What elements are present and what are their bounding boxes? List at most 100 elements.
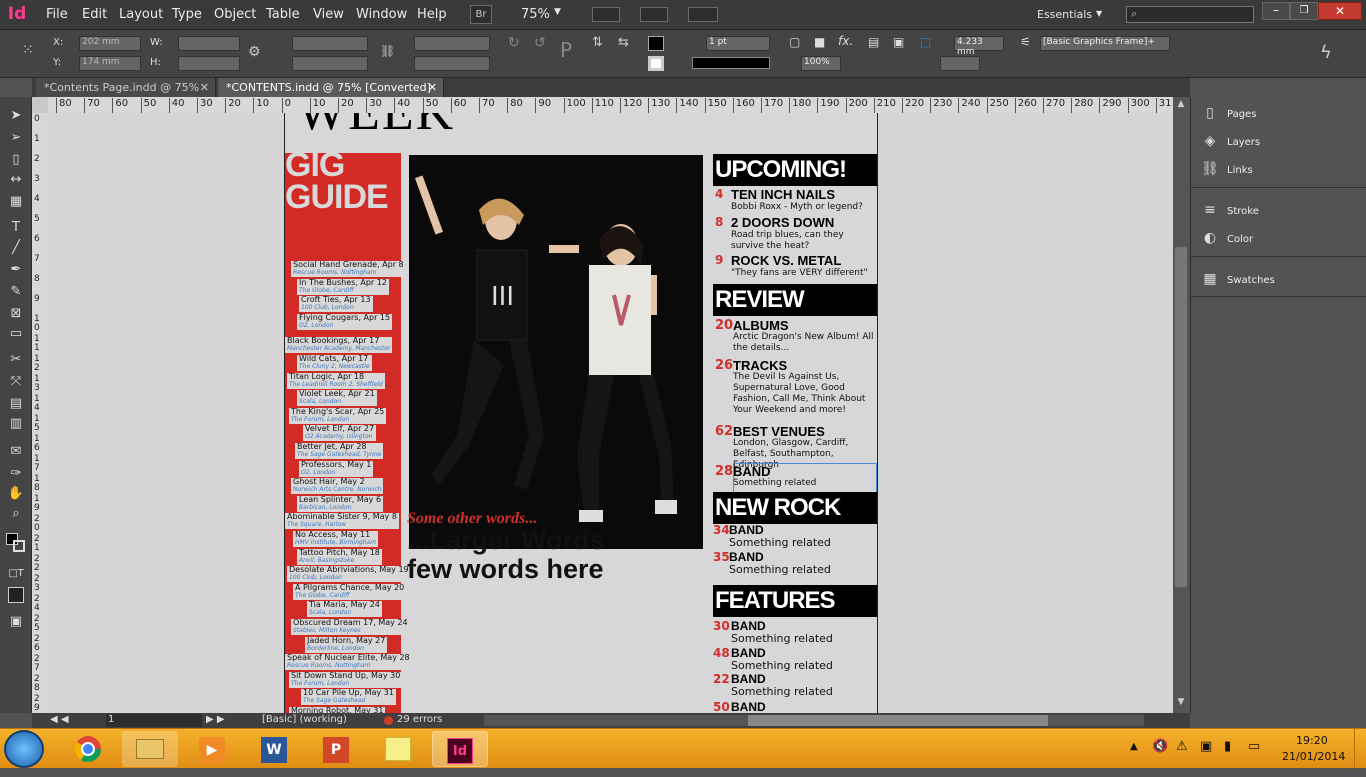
scale-y-field[interactable]	[292, 56, 368, 71]
gradient-tool-icon[interactable]: ▤	[7, 397, 25, 411]
document-page[interactable]: WEEK GIG GUIDE Social Hand Grenade, Apr …	[284, 113, 878, 713]
zoom-level[interactable]: 75%	[521, 7, 550, 22]
pencil-tool-icon[interactable]: ✎	[7, 285, 25, 299]
caption-large-2[interactable]: few words here	[407, 555, 604, 584]
panel-links[interactable]: ⛓ Links	[1201, 159, 1253, 179]
restore-button[interactable]: ❐	[1290, 2, 1318, 20]
review-heading[interactable]: REVIEW	[713, 284, 877, 316]
gig-listing[interactable]: Jaded Horn, May 27 Borderline, London	[305, 636, 388, 653]
screen-mode-button[interactable]	[640, 7, 668, 22]
gig-listing[interactable]: Speak of Nuclear Elite, May 28 Rescue Roo…	[285, 654, 412, 671]
y-position-field[interactable]: 174 mm	[79, 56, 141, 71]
menu-object[interactable]: Object	[214, 7, 256, 22]
vertical-scroll-thumb[interactable]	[1175, 247, 1187, 587]
tab-contents-converted[interactable]: *CONTENTS.indd @ 75% [Converted] ✕	[218, 78, 444, 97]
preflight-profile[interactable]: [Basic] (working)	[262, 714, 347, 725]
panel-pages[interactable]: ▯ Pages	[1201, 103, 1256, 123]
gig-listing[interactable]: Wild Cats, Apr 17 The Cluny 2, Newcastle	[297, 355, 372, 371]
menu-table[interactable]: Table	[266, 7, 300, 22]
panel-layers[interactable]: ◈ Layers	[1201, 131, 1260, 151]
rotation-field[interactable]	[414, 36, 490, 51]
gradient-feather-tool-icon[interactable]: ▥	[7, 417, 25, 431]
free-transform-tool-icon[interactable]: ⤧	[7, 375, 25, 389]
gig-listing[interactable]: 10 Car Pile Up, May 31 The Sage Gateshead	[301, 689, 396, 706]
stroke-color-icon[interactable]	[13, 540, 25, 552]
type-tool-icon[interactable]: T	[7, 221, 25, 235]
zoom-dropdown-icon[interactable]: ▼	[554, 7, 561, 17]
corner-shape-select[interactable]	[940, 56, 980, 71]
gig-listing[interactable]: Professors, May 1 O2, London	[299, 460, 374, 477]
gig-listing[interactable]: Tia Maria, May 24 Scala, London	[307, 601, 382, 618]
gig-listing[interactable]: Velvet Elf, Apr 27 O2 Academy, Islington	[303, 425, 377, 442]
gig-listing[interactable]: Better Jet, Apr 28 The Sage Gateshead, Ty…	[295, 443, 384, 459]
gap-tool-icon[interactable]: ↔	[7, 173, 25, 187]
gig-listing[interactable]: Flying Cougars, Apr 15 O2, London	[297, 313, 393, 330]
drop-shadow-icon[interactable]: ■	[814, 35, 825, 49]
clock-time[interactable]: 19:20	[1296, 734, 1328, 747]
stroke-swatch[interactable]	[648, 56, 664, 71]
error-count[interactable]: 29 errors	[397, 714, 442, 725]
bridge-button[interactable]: Br	[470, 5, 492, 24]
apply-color-icon[interactable]	[8, 587, 24, 603]
scissors-tool-icon[interactable]: ✂	[7, 353, 25, 367]
close-window-button[interactable]: ✕	[1318, 2, 1362, 20]
line-tool-icon[interactable]: ╱	[7, 241, 25, 255]
workspace-switcher[interactable]: Essentials	[1037, 8, 1092, 21]
gig-listing[interactable]: Abominable Sister 9, May 8 The Square, Ha…	[285, 513, 399, 530]
menu-help[interactable]: Help	[417, 7, 447, 22]
next-page-icon[interactable]: ▶ ▶	[206, 714, 225, 725]
constrain-proportions-icon[interactable]: ⚙	[248, 44, 261, 60]
page-tool-icon[interactable]: ▯	[7, 153, 25, 167]
selection-tool-icon[interactable]: ➤	[7, 109, 25, 123]
device-icon[interactable]: ▣	[1200, 739, 1212, 754]
object-style-icon[interactable]: ⚟	[1020, 35, 1031, 49]
gig-guide-column[interactable]: GIG GUIDE Social Hand Grenade, Apr 8 Resc…	[285, 148, 412, 713]
chrome-taskbar-icon[interactable]	[60, 731, 116, 767]
indesign-taskbar-icon[interactable]: Id	[432, 731, 488, 767]
screen-mode-icon[interactable]: ▣	[7, 615, 25, 629]
security-icon[interactable]: ⚠	[1176, 739, 1188, 754]
clock-date[interactable]: 21/01/2014	[1282, 750, 1345, 763]
gig-listing[interactable]: Violet Leek, Apr 21 Scala, London	[297, 390, 377, 407]
workspace-dropdown-icon[interactable]: ▼	[1096, 9, 1102, 18]
rotate-icon[interactable]: ↻	[508, 35, 520, 51]
gig-listing[interactable]: Ghost Hair, May 2 Norwich Arts Centre, No…	[291, 478, 384, 495]
menu-window[interactable]: Window	[356, 7, 407, 22]
page-number-field[interactable]: 1	[106, 714, 202, 727]
gig-listing[interactable]: Tattoo Pitch, May 18 Anvil, Basingstoke	[297, 548, 382, 565]
gig-listing[interactable]: Desolate Abriviations, May 19 100 Club, L…	[287, 566, 411, 583]
width-field[interactable]	[178, 36, 240, 51]
menu-layout[interactable]: Layout	[119, 7, 163, 22]
gig-listing[interactable]: No Access, May 11 HMV Institute, Birmingh…	[293, 531, 379, 547]
eyedropper-tool-icon[interactable]: ✑	[7, 467, 25, 481]
link-icon[interactable]: ⛓	[380, 44, 395, 58]
content-collector-icon[interactable]: ▦	[7, 195, 25, 209]
close-tab-icon[interactable]: ✕	[428, 78, 437, 97]
menu-file[interactable]: File	[46, 7, 68, 22]
volume-muted-icon[interactable]: 🔇	[1152, 739, 1168, 754]
size-field[interactable]: 4.233 mm	[954, 36, 1004, 57]
start-button[interactable]	[4, 730, 44, 768]
upcoming-heading[interactable]: UPCOMING!	[713, 154, 877, 186]
lightning-icon[interactable]: ϟ	[1320, 42, 1332, 63]
reference-point-icon[interactable]: ⁙	[22, 42, 42, 62]
network-icon[interactable]: ▮	[1224, 739, 1231, 754]
panel-color[interactable]: ◐ Color	[1201, 228, 1253, 248]
stroke-weight-field[interactable]: 1 pt	[706, 36, 770, 51]
gig-listing[interactable]: A Pilgrams Chance, May 20 The Globe, Card…	[293, 583, 407, 600]
features-heading[interactable]: FEATURES	[713, 585, 877, 617]
gig-listing[interactable]: Lean Splinter, May 6 Barbican, London	[297, 495, 384, 512]
auto-fit-icon[interactable]: ⬚	[920, 35, 931, 49]
caption-large-1[interactable]: ...Larger Words	[407, 526, 605, 555]
fit-content-icon[interactable]: ▤	[868, 35, 879, 49]
page-navigation-icon[interactable]: ◀ ◀	[50, 714, 69, 725]
horizontal-scrollbar[interactable]	[484, 715, 1144, 726]
arrange-documents-button[interactable]	[688, 7, 718, 22]
search-input[interactable]: ⌕	[1126, 6, 1254, 23]
horizontal-scroll-thumb[interactable]	[748, 715, 1048, 726]
media-player-taskbar-icon[interactable]: ▶	[184, 731, 240, 767]
rotate-ccw-icon[interactable]: ↺	[534, 35, 546, 51]
scroll-up-icon[interactable]: ▲	[1174, 99, 1188, 111]
minimize-button[interactable]: –	[1262, 2, 1290, 20]
explorer-taskbar-icon[interactable]	[122, 731, 178, 767]
